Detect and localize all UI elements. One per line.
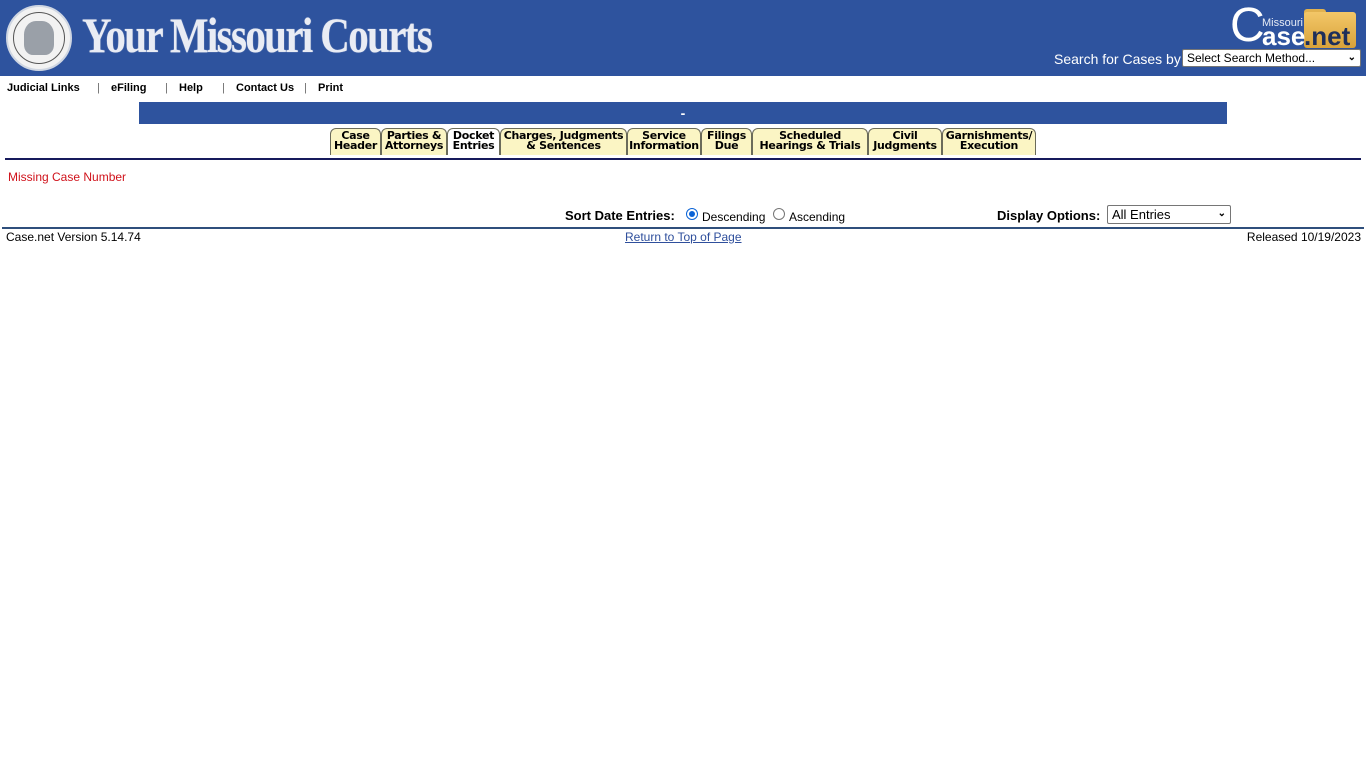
casenet-logo[interactable]: C Missouri ase .net	[1230, 2, 1358, 51]
sort-ascending-radio[interactable]	[773, 208, 785, 220]
link-help[interactable]: Help	[179, 82, 203, 94]
tab-label-line2: Due	[714, 139, 739, 152]
link-print[interactable]: Print	[318, 82, 343, 94]
header-banner: Your Missouri Courts C Missouri ase .net…	[0, 0, 1366, 76]
site-title[interactable]: Your Missouri Courts	[82, 6, 433, 64]
sort-date-label: Sort Date Entries:	[565, 208, 675, 223]
nav-separator: |	[304, 82, 307, 94]
tab-scheduled-hearings-trials[interactable]: Scheduled Hearings & Trials	[752, 128, 868, 155]
tab-case-header[interactable]: Case Header	[330, 128, 381, 155]
link-judicial-links[interactable]: Judicial Links	[7, 82, 80, 94]
tab-label-line2: & Sentences	[526, 139, 601, 152]
tabs-divider	[5, 158, 1361, 160]
tab-label-line2: Judgments	[873, 139, 937, 152]
search-method-value: Select Search Method...	[1187, 51, 1316, 65]
tab-label-line2: Hearings & Trials	[759, 139, 861, 152]
tab-label-line2: Execution	[959, 139, 1019, 152]
tab-parties-attorneys[interactable]: Parties & Attorneys	[381, 128, 447, 155]
nav-separator: |	[222, 82, 225, 94]
tab-charges-judgments-sentences[interactable]: Charges, Judgments & Sentences	[500, 128, 627, 155]
released-date: Released 10/19/2023	[1246, 230, 1361, 244]
seal-figure	[24, 21, 54, 55]
tab-label-line2: Header	[333, 139, 378, 152]
nav-separator: |	[97, 82, 100, 94]
tab-filings-due[interactable]: Filings Due	[701, 128, 752, 155]
sort-ascending-label[interactable]: Ascending	[789, 210, 845, 224]
court-seal-icon	[6, 5, 72, 71]
search-by-label: Search for Cases by:	[1054, 51, 1185, 67]
logo-c: C	[1230, 0, 1265, 52]
tab-garnishments-execution[interactable]: Garnishments/ Execution	[942, 128, 1036, 155]
tab-docket-entries[interactable]: Docket Entries	[447, 128, 500, 155]
case-title-bar: -	[139, 102, 1227, 124]
display-options-label: Display Options:	[997, 208, 1101, 223]
version-text: Case.net Version 5.14.74	[6, 230, 141, 244]
tab-service-information[interactable]: Service Information	[627, 128, 701, 155]
tab-label-line2: Attorneys	[384, 139, 444, 152]
tab-label-line2: Information	[629, 139, 699, 152]
sort-descending-label[interactable]: Descending	[702, 210, 765, 224]
sort-descending-radio[interactable]	[686, 208, 698, 220]
footer-divider	[2, 227, 1364, 229]
return-to-top-link[interactable]: Return to Top of Page	[625, 230, 742, 244]
chevron-down-icon: ⌄	[1347, 52, 1356, 63]
link-contact-us[interactable]: Contact Us	[236, 82, 294, 94]
link-efiling[interactable]: eFiling	[111, 82, 146, 94]
logo-ase: ase	[1262, 21, 1306, 51]
tab-label-line2: Entries	[452, 139, 495, 152]
nav-separator: |	[165, 82, 168, 94]
chevron-down-icon: ⌄	[1217, 208, 1226, 219]
display-options-value: All Entries	[1112, 207, 1171, 222]
error-message: Missing Case Number	[8, 170, 127, 184]
tab-civil-judgments[interactable]: Civil Judgments	[868, 128, 942, 155]
search-method-select[interactable]: Select Search Method... ⌄	[1182, 49, 1361, 67]
display-options-select[interactable]: All Entries ⌄	[1107, 205, 1231, 224]
logo-net: .net	[1304, 21, 1351, 51]
